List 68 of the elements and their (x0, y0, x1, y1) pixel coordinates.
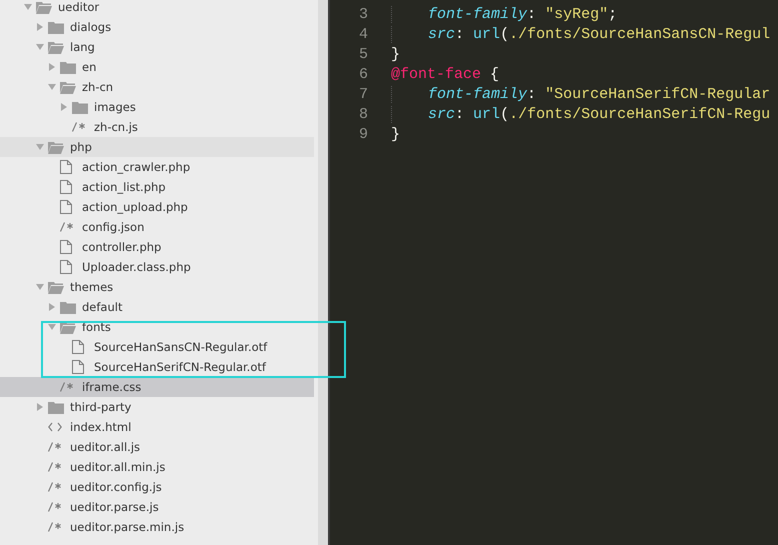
tree-item[interactable]: Uploader.class.php (0, 257, 314, 277)
code-icon (48, 422, 62, 432)
open-folder-icon (48, 140, 64, 154)
file-icon (60, 260, 72, 274)
line-number: 5 (358, 46, 368, 62)
line-number: 9 (358, 126, 368, 142)
line-number: 6 (358, 66, 368, 82)
folder-icon (60, 300, 76, 314)
folder-icon (48, 400, 64, 414)
comment-slash-icon (48, 462, 62, 472)
line-number: 7 (358, 86, 368, 102)
folder-icon (60, 60, 76, 74)
comment-slash-icon (48, 502, 62, 512)
tree-item[interactable]: dialogs (0, 17, 314, 37)
tree-item[interactable]: ueditor.parse.js (0, 497, 314, 517)
comment-slash-icon (48, 482, 62, 492)
open-folder-icon (48, 40, 64, 54)
tree-item[interactable]: ueditor.all.min.js (0, 457, 314, 477)
line-number: 3 (358, 6, 368, 22)
tree-item[interactable]: fonts (0, 317, 314, 337)
tree-item[interactable]: zh-cn.js (0, 117, 314, 137)
comment-slash-icon (60, 382, 74, 392)
tree-item[interactable]: SourceHanSansCN-Regular.otf (0, 337, 314, 357)
tree-item[interactable]: themes (0, 277, 314, 297)
file-icon (60, 160, 72, 174)
line-number: 4 (358, 26, 368, 42)
tree-item[interactable]: images (0, 97, 314, 117)
folder-icon (48, 20, 64, 34)
open-folder-icon (36, 0, 52, 14)
code-line: @font-face { (391, 66, 500, 82)
tree-item[interactable]: SourceHanSerifCN-Regular.otf (0, 357, 314, 377)
tree-item[interactable]: ueditor (0, 0, 314, 17)
tree-item[interactable]: default (0, 297, 314, 317)
comment-slash-icon (48, 442, 62, 452)
open-folder-icon (60, 320, 76, 334)
open-folder-icon (48, 280, 64, 294)
line-number: 8 (358, 106, 368, 122)
code-line: font-family: "syReg"; (391, 6, 618, 22)
tree-item[interactable]: controller.php (0, 237, 314, 257)
tree-item[interactable]: zh-cn (0, 77, 314, 97)
tree-item[interactable]: iframe.css (0, 377, 314, 397)
file-icon (72, 360, 84, 374)
tree-item[interactable]: third-party (0, 397, 314, 417)
tree-item[interactable]: ueditor.parse.min.js (0, 517, 314, 537)
code-line: src: url(./fonts/SourceHanSansCN-Regul (391, 26, 770, 42)
tree-item[interactable]: action_list.php (0, 177, 314, 197)
tree-item[interactable]: action_crawler.php (0, 157, 314, 177)
tree-item[interactable]: lang (0, 37, 314, 57)
comment-slash-icon (48, 522, 62, 532)
tree-item[interactable]: ueditor.config.js (0, 477, 314, 497)
file-icon (60, 180, 72, 194)
comment-slash-icon (72, 122, 86, 132)
open-folder-icon (60, 80, 76, 94)
tree-item[interactable]: action_upload.php (0, 197, 314, 217)
comment-slash-icon (60, 222, 74, 232)
code-line: } (391, 126, 400, 142)
file-icon (60, 240, 72, 254)
file-icon (60, 200, 72, 214)
folder-icon (72, 100, 88, 114)
file-icon (72, 340, 84, 354)
tree-item[interactable]: en (0, 57, 314, 77)
tree-item[interactable]: config.json (0, 217, 314, 237)
code-line: font-family: "SourceHanSerifCN-Regular (391, 86, 770, 102)
code-line: src: url(./fonts/SourceHanSerifCN-Regu (391, 106, 770, 122)
tree-item[interactable]: php (0, 137, 314, 157)
tree-item[interactable]: index.html (0, 417, 314, 437)
tree-item[interactable]: ueditor.all.js (0, 437, 314, 457)
code-line: } (391, 46, 400, 62)
